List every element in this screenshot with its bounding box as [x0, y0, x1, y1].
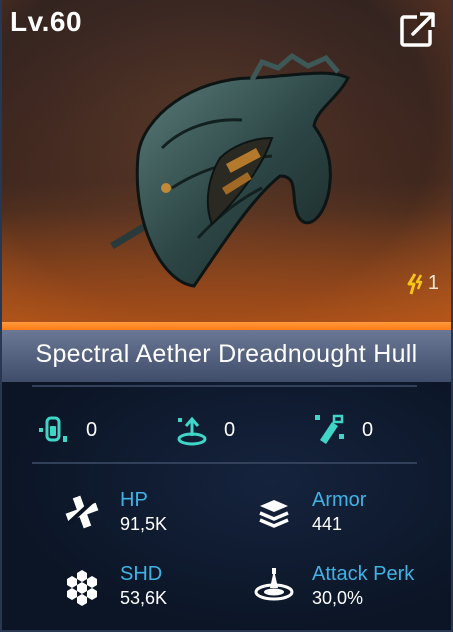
- perk-beacon-value: 0: [224, 418, 236, 441]
- perk-row: 0 0 0: [2, 412, 451, 452]
- stat-armor: Armor 441: [252, 488, 366, 536]
- divider-top: [32, 385, 417, 387]
- ship-hull-image: [110, 52, 350, 288]
- stat-armor-value: 441: [312, 514, 343, 534]
- perk-module-value: 0: [362, 418, 374, 441]
- stat-shd-value: 53,6K: [120, 588, 168, 608]
- stat-attack-perk: Attack Perk 30,0%: [252, 562, 414, 610]
- repair-cross-icon: [65, 495, 99, 529]
- rarity-bar: [2, 322, 451, 330]
- attack-perk-icon: [254, 568, 294, 601]
- perk-capsule[interactable]: 0: [36, 412, 97, 448]
- beacon-perk-icon: [177, 416, 207, 446]
- item-card[interactable]: Lv.60 1 Spectral Aether Dreadnought Hull…: [0, 0, 453, 632]
- stat-shd-label: SHD: [120, 563, 163, 585]
- level-label: Lv.60: [10, 6, 83, 37]
- perk-capsule-value: 0: [86, 418, 98, 441]
- module-perk-icon: [315, 414, 344, 444]
- stat-hp: HP 91,5K: [60, 488, 167, 536]
- armor-layers-icon: [259, 500, 289, 528]
- item-count-value: 1: [427, 272, 439, 294]
- capsule-perk-icon: [39, 416, 67, 442]
- stat-shd: SHD 53,6K: [60, 562, 167, 610]
- stat-hp-value: 91,5K: [120, 514, 168, 534]
- stat-attack-perk-label: Attack Perk: [312, 563, 415, 585]
- stat-hp-label: HP: [120, 489, 148, 511]
- stat-armor-label: Armor: [312, 489, 367, 511]
- perk-beacon[interactable]: 0: [174, 412, 235, 448]
- item-count: 1: [406, 272, 439, 295]
- expand-icon[interactable]: [399, 10, 437, 48]
- divider-bottom: [32, 462, 417, 464]
- lightning-icon: [407, 272, 423, 294]
- item-title: Spectral Aether Dreadnought Hull: [35, 340, 418, 368]
- stat-attack-perk-value: 30,0%: [312, 588, 364, 608]
- perk-module[interactable]: 0: [312, 412, 373, 448]
- shield-hex-icon: [67, 570, 97, 606]
